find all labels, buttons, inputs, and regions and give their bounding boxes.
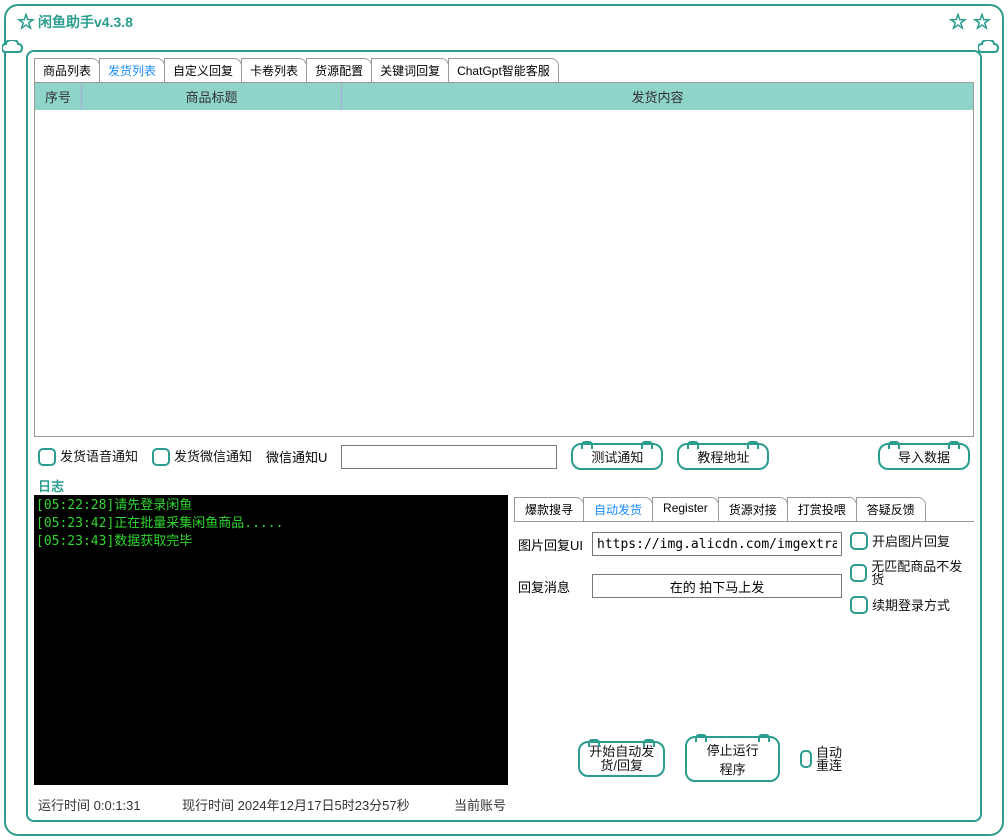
close-icon[interactable] (972, 12, 992, 32)
window-title: 闲鱼助手v4.3.8 (38, 12, 133, 32)
cloud-decor-right (978, 40, 1006, 60)
th-content: 发货内容 (341, 83, 973, 110)
input-reply-msg[interactable] (592, 574, 842, 598)
input-img-reply[interactable] (592, 532, 842, 556)
th-title: 商品标题 (81, 83, 341, 110)
table-body[interactable] (35, 110, 973, 436)
star-icon (16, 12, 36, 32)
btn-test-notify[interactable]: 测试通知 (571, 443, 663, 470)
lbl-wechat-notify: 发货微信通知 (174, 450, 252, 463)
btn-import-data[interactable]: 导入数据 (878, 443, 970, 470)
chk-wechat-notify[interactable] (152, 448, 170, 466)
chk-old-login[interactable] (850, 596, 868, 614)
sub-tab-2[interactable]: Register (652, 497, 719, 521)
sub-tab-1[interactable]: 自动发货 (583, 497, 653, 521)
lbl-no-match: 无匹配商品不发货 (871, 560, 970, 586)
input-notify-url[interactable] (341, 445, 557, 469)
log-title: 日志 (38, 476, 980, 495)
main-tab-1[interactable]: 发货列表 (99, 58, 165, 82)
main-tab-2[interactable]: 自定义回复 (164, 58, 242, 82)
sub-tab-0[interactable]: 爆款搜寻 (514, 497, 584, 521)
lbl-voice-notify: 发货语音通知 (60, 450, 138, 463)
btn-tutorial[interactable]: 教程地址 (677, 443, 769, 470)
chk-no-match[interactable] (850, 564, 867, 582)
lbl-reply-msg: 回复消息 (518, 577, 588, 596)
log-line: [05:23:42]正在批量采集闲鱼商品..... (36, 515, 506, 533)
sub-tabs: 爆款搜寻自动发货Register货源对接打赏投喂答疑反馈 (514, 497, 974, 521)
log-line: [05:23:43]数据获取完毕 (36, 533, 506, 551)
table-header: 序号 商品标题 发货内容 (35, 83, 973, 110)
main-tab-6[interactable]: ChatGpt智能客服 (448, 58, 559, 82)
log-line: [05:22:28]请先登录闲鱼 (36, 497, 506, 515)
sub-tab-5[interactable]: 答疑反馈 (856, 497, 926, 521)
main-tab-3[interactable]: 卡卷列表 (241, 58, 307, 82)
sub-tab-3[interactable]: 货源对接 (718, 497, 788, 521)
lbl-old-login: 续期登录方式 (872, 599, 950, 612)
log-console[interactable]: [05:22:28]请先登录闲鱼[05:23:42]正在批量采集闲鱼商品....… (34, 495, 508, 785)
main-tab-5[interactable]: 关键词回复 (371, 58, 449, 82)
main-tab-0[interactable]: 商品列表 (34, 58, 100, 82)
th-seq: 序号 (35, 83, 81, 110)
lbl-img-reply: 图片回复UI (518, 535, 588, 554)
status-now: 现行时间 2024年12月17日5时23分57秒 (182, 795, 440, 814)
status-runtime: 运行时间 0:0:1:31 (38, 795, 168, 814)
lbl-auto-reconnect: 自动重连 (816, 746, 846, 772)
minimize-icon[interactable] (948, 12, 968, 32)
btn-start-auto[interactable]: 开始自动发货/回复 (578, 741, 665, 778)
main-tab-4[interactable]: 货源配置 (306, 58, 372, 82)
chk-enable-img-reply[interactable] (850, 532, 868, 550)
sub-tab-4[interactable]: 打赏投喂 (787, 497, 857, 521)
lbl-notify-url: 微信通知U (266, 447, 327, 466)
btn-stop[interactable]: 停止运行程序 (685, 736, 779, 782)
lbl-enable-img-reply: 开启图片回复 (872, 535, 950, 548)
chk-auto-reconnect[interactable] (800, 750, 812, 768)
chk-voice-notify[interactable] (38, 448, 56, 466)
main-tabs: 商品列表发货列表自定义回复卡卷列表货源配置关键词回复ChatGpt智能客服 (34, 58, 980, 82)
status-account: 当前账号 (454, 795, 510, 814)
